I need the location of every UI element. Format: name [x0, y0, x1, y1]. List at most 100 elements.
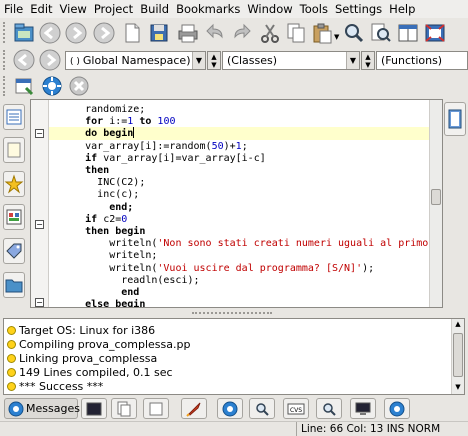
- build-button[interactable]: [12, 74, 36, 98]
- editor-vertical-scrollbar[interactable]: [429, 100, 442, 307]
- file-selector-tab[interactable]: [3, 272, 25, 298]
- fold-marker-icon[interactable]: −: [35, 220, 44, 229]
- main-toolbar: ▼: [0, 19, 468, 46]
- run-button[interactable]: [40, 74, 64, 98]
- code-line[interactable]: end: [49, 286, 434, 299]
- menu-project[interactable]: Project: [94, 2, 133, 16]
- fold-marker-icon[interactable]: −: [35, 129, 44, 138]
- documentation-tab[interactable]: [444, 102, 466, 136]
- menu-bookmarks[interactable]: Bookmarks: [176, 2, 240, 16]
- cut-button[interactable]: [258, 21, 282, 45]
- message-line[interactable]: Target OS: Linux for i386: [7, 324, 155, 338]
- code-line[interactable]: then begin: [49, 225, 434, 238]
- bookmarks-tab[interactable]: [3, 171, 25, 197]
- save-button[interactable]: [147, 21, 171, 45]
- scrollbar-thumb[interactable]: [453, 333, 463, 377]
- code-line[interactable]: end;: [49, 201, 434, 214]
- toolbar-handle[interactable]: [3, 22, 8, 43]
- messages-vertical-scrollbar[interactable]: ▲ ▼: [451, 319, 464, 394]
- menu-window[interactable]: Window: [247, 2, 292, 16]
- classes-combo[interactable]: (Classes) ▼: [222, 51, 360, 70]
- tab-documents[interactable]: [111, 398, 137, 419]
- menu-build[interactable]: Build: [140, 2, 169, 16]
- code-line[interactable]: then: [49, 164, 434, 177]
- scrollbar-thumb[interactable]: [431, 189, 441, 205]
- classes-jump-button[interactable]: ▲ ▼: [361, 51, 375, 70]
- tab-debugger[interactable]: [217, 398, 243, 419]
- tab-cvs[interactable]: CVS: [283, 398, 309, 419]
- code-line[interactable]: if c2=0: [49, 213, 434, 226]
- chevron-down-icon[interactable]: ▼: [346, 52, 359, 69]
- notes-tab[interactable]: [3, 137, 25, 163]
- menu-view[interactable]: View: [60, 2, 87, 16]
- back-button[interactable]: [38, 21, 62, 45]
- scroll-up-icon[interactable]: ▲: [452, 319, 464, 330]
- menu-tools[interactable]: Tools: [300, 2, 328, 16]
- menu-settings[interactable]: Settings: [335, 2, 382, 16]
- code-line[interactable]: writeln('Vuoi uscire dal programma? [S/N…: [49, 262, 434, 275]
- message-line[interactable]: Linking prova_complessa: [7, 352, 157, 366]
- copy-button[interactable]: [284, 21, 308, 45]
- code-line[interactable]: for i:=1 to 100: [49, 115, 434, 128]
- code-line[interactable]: writeln;: [49, 249, 434, 262]
- panel-splitter[interactable]: [0, 309, 468, 317]
- nav-back-button[interactable]: [12, 48, 36, 72]
- code-line[interactable]: var_array[i]:=random(50)+1;: [49, 140, 434, 153]
- nav-forward-button[interactable]: [38, 48, 62, 72]
- menu-file[interactable]: File: [4, 2, 23, 16]
- code-line[interactable]: INC(C2);: [49, 176, 434, 189]
- namespace-jump-button[interactable]: ▲ ▼: [207, 51, 221, 70]
- chevron-down-icon[interactable]: ▼: [192, 52, 205, 69]
- messages-panel[interactable]: Target OS: Linux for i386 Compiling prova…: [3, 318, 465, 395]
- forward-button[interactable]: [64, 21, 88, 45]
- toolbar-handle[interactable]: [3, 76, 8, 96]
- new-file-button[interactable]: [120, 21, 144, 45]
- tab-terminal[interactable]: [81, 398, 107, 419]
- snippets-tab[interactable]: [3, 238, 25, 264]
- tab-find-in-files[interactable]: [249, 398, 275, 419]
- redo-button[interactable]: [230, 21, 254, 45]
- code-line[interactable]: readln(esci);: [49, 274, 434, 287]
- message-line[interactable]: 149 Lines compiled, 0.1 sec: [7, 366, 173, 380]
- tab-problems[interactable]: [384, 398, 410, 419]
- code-editor[interactable]: − − − randomize; for i:=1 to 100 do begi…: [30, 99, 443, 308]
- tab-messages[interactable]: Messages: [4, 398, 80, 419]
- undo-button[interactable]: [203, 21, 227, 45]
- classes-tab[interactable]: [3, 204, 25, 230]
- paste-button[interactable]: [310, 21, 334, 45]
- stop-button[interactable]: [67, 74, 91, 98]
- code-line[interactable]: writeln('Non sono stati creati numeri ug…: [49, 237, 442, 250]
- message-line[interactable]: Compiling prova_complessa.pp: [7, 338, 190, 352]
- tab-konsole[interactable]: [350, 398, 376, 419]
- splitter-grip[interactable]: [192, 312, 272, 314]
- tab-notes[interactable]: [143, 398, 169, 419]
- code-line[interactable]: randomize;: [49, 103, 434, 116]
- message-line[interactable]: *** Success ***: [7, 380, 103, 394]
- scroll-down-icon[interactable]: ▼: [452, 382, 464, 393]
- tab-search[interactable]: [316, 398, 342, 419]
- new-project-button[interactable]: [12, 21, 36, 45]
- code-line[interactable]: inc(c);: [49, 188, 434, 201]
- menu-edit[interactable]: Edit: [30, 2, 52, 16]
- functions-combo[interactable]: (Functions): [376, 51, 468, 70]
- file-list-tab[interactable]: [3, 104, 25, 130]
- code-line[interactable]: if var_array[i]=var_array[i-c]: [49, 152, 434, 165]
- toolbar-handle[interactable]: [3, 50, 8, 70]
- fold-marker-icon[interactable]: −: [35, 298, 44, 307]
- code-line[interactable]: else begin: [49, 298, 434, 307]
- print-button[interactable]: [176, 21, 200, 45]
- code-keyword: to: [139, 116, 152, 128]
- up-down-arrows-icon: ▲ ▼: [365, 53, 371, 69]
- find-button[interactable]: [342, 21, 366, 45]
- replace-button[interactable]: [369, 21, 393, 45]
- split-window-button[interactable]: [396, 21, 420, 45]
- fullscreen-button[interactable]: [423, 21, 447, 45]
- code-line[interactable]: do begin: [49, 127, 434, 141]
- namespace-icon: ( ): [70, 57, 80, 67]
- namespace-combo[interactable]: ( ) Global Namespace) ▼: [65, 51, 206, 70]
- tab-launch[interactable]: [181, 398, 207, 419]
- menu-help[interactable]: Help: [389, 2, 415, 16]
- paste-dropdown-arrow[interactable]: ▼: [334, 33, 339, 41]
- forward-menu-button[interactable]: [92, 21, 116, 45]
